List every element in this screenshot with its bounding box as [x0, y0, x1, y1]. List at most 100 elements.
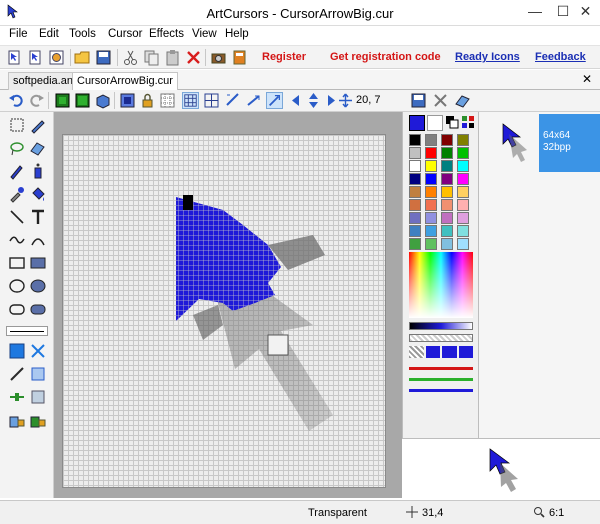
save-icon[interactable]: [95, 49, 112, 66]
close-tab-icon[interactable]: ✕: [582, 72, 592, 86]
color-swatch[interactable]: [457, 238, 469, 250]
get-registration-code-link[interactable]: Get registration code: [330, 51, 441, 63]
rectangle-tool-icon[interactable]: [8, 254, 26, 272]
color-swatch[interactable]: [425, 212, 437, 224]
line-width-selector[interactable]: [6, 326, 48, 336]
color-swatch[interactable]: [409, 225, 421, 237]
ellipse-tool-icon[interactable]: [8, 277, 26, 295]
color-swatch[interactable]: [457, 134, 469, 146]
fill-style-icon[interactable]: [8, 342, 26, 360]
brush-tool-icon[interactable]: [8, 162, 26, 180]
pixel-canvas[interactable]: [62, 134, 386, 488]
menu-view[interactable]: View: [192, 28, 217, 40]
layer-fill-icon[interactable]: [54, 92, 71, 109]
red-channel-slider[interactable]: [409, 367, 473, 370]
palette-icon[interactable]: [461, 115, 475, 129]
shift-updown-icon[interactable]: [305, 92, 322, 109]
flip-horizontal-icon[interactable]: [224, 92, 241, 109]
color-swatch[interactable]: [409, 238, 421, 250]
green-channel-slider[interactable]: [409, 378, 473, 381]
color-swatch[interactable]: [425, 225, 437, 237]
filled-rectangle-tool-icon[interactable]: [29, 254, 47, 272]
feedback-link[interactable]: Feedback: [535, 51, 586, 63]
menu-tools[interactable]: Tools: [69, 28, 96, 40]
color-swatch[interactable]: [409, 134, 421, 146]
undo-icon[interactable]: [8, 92, 25, 109]
color-swatch[interactable]: [409, 186, 421, 198]
color-swatch[interactable]: [441, 160, 453, 172]
color-swatch[interactable]: [457, 199, 469, 211]
color-swatch[interactable]: [441, 134, 453, 146]
fill-tool-icon[interactable]: [29, 185, 47, 203]
spray-tool-icon[interactable]: [29, 162, 47, 180]
color-swatch[interactable]: [441, 238, 453, 250]
color-swatch[interactable]: [425, 134, 437, 146]
gradient-tool-icon[interactable]: [8, 365, 26, 383]
redo-icon[interactable]: [28, 92, 45, 109]
rounded-rect-tool-icon[interactable]: [8, 300, 26, 318]
grid-icon[interactable]: [182, 92, 199, 109]
menu-effects[interactable]: Effects: [149, 28, 184, 40]
eraser-preview-icon[interactable]: [454, 92, 471, 109]
color-swatch[interactable]: [425, 147, 437, 159]
color-swatch[interactable]: [409, 147, 421, 159]
tab-softpedia-ani[interactable]: softpedia.ani: [8, 72, 81, 90]
select-rect-tool-icon[interactable]: [8, 116, 26, 134]
filled-rounded-rect-tool-icon[interactable]: [29, 300, 47, 318]
delete-icon[interactable]: [185, 49, 202, 66]
swap-colors-icon[interactable]: [445, 115, 459, 129]
color-swatch[interactable]: [441, 186, 453, 198]
menu-help[interactable]: Help: [225, 28, 249, 40]
minimize-button[interactable]: —: [520, 0, 550, 24]
menu-edit[interactable]: Edit: [39, 28, 59, 40]
eraser-tool-icon[interactable]: [29, 139, 47, 157]
color-spectrum[interactable]: [409, 252, 473, 318]
layer-copy-icon[interactable]: [74, 92, 91, 109]
shift-left-icon[interactable]: [289, 92, 306, 109]
color-swatch[interactable]: [457, 160, 469, 172]
color-swatch[interactable]: [425, 160, 437, 172]
color-swatch[interactable]: [441, 212, 453, 224]
color-swatch[interactable]: [425, 186, 437, 198]
help-book-icon[interactable]: [231, 49, 248, 66]
adjust-tool-icon[interactable]: [29, 388, 47, 406]
delete-image-icon[interactable]: [432, 92, 449, 109]
open-icon[interactable]: [74, 49, 91, 66]
zoom-fit-icon[interactable]: [337, 92, 354, 109]
color-swatch[interactable]: [409, 212, 421, 224]
shift-right-icon[interactable]: [321, 92, 338, 109]
tab-cursorarrowbig-cur[interactable]: CursorArrowBig.cur: [72, 72, 178, 90]
menu-cursor[interactable]: Cursor: [108, 28, 143, 40]
color-picker-tool-icon[interactable]: [8, 185, 26, 203]
color-swatch[interactable]: [457, 147, 469, 159]
grid-large-icon[interactable]: [203, 92, 220, 109]
text-tool-icon[interactable]: [29, 208, 47, 226]
color-swatch[interactable]: [409, 173, 421, 185]
select-area-icon[interactable]: [119, 92, 136, 109]
color-swatch[interactable]: [441, 147, 453, 159]
color-swatch[interactable]: [441, 225, 453, 237]
brightness-slider[interactable]: [409, 322, 473, 330]
color-swatch[interactable]: [457, 173, 469, 185]
color-swatch[interactable]: [457, 186, 469, 198]
new-ani-icon[interactable]: [27, 49, 44, 66]
color-swatch[interactable]: [409, 160, 421, 172]
curve-tool-icon[interactable]: [8, 231, 26, 249]
3d-box-icon[interactable]: [94, 92, 111, 109]
capture-icon[interactable]: [210, 49, 227, 66]
save-small-icon[interactable]: [410, 92, 427, 109]
register-link[interactable]: Register: [262, 51, 306, 63]
color-swatch[interactable]: [425, 238, 437, 250]
color-swatch[interactable]: [425, 173, 437, 185]
lock-icon[interactable]: [139, 92, 156, 109]
color-swatch[interactable]: [409, 199, 421, 211]
slider-tool-icon[interactable]: [8, 388, 26, 406]
menu-file[interactable]: File: [9, 28, 28, 40]
rotate-icon[interactable]: [266, 92, 283, 109]
secondary-color-swatch[interactable]: [427, 115, 443, 131]
filled-ellipse-tool-icon[interactable]: [29, 277, 47, 295]
ready-icons-link[interactable]: Ready Icons: [455, 51, 520, 63]
color-swatch[interactable]: [457, 212, 469, 224]
line-tool-icon[interactable]: [8, 208, 26, 226]
shadow-tool-icon[interactable]: [29, 365, 47, 383]
